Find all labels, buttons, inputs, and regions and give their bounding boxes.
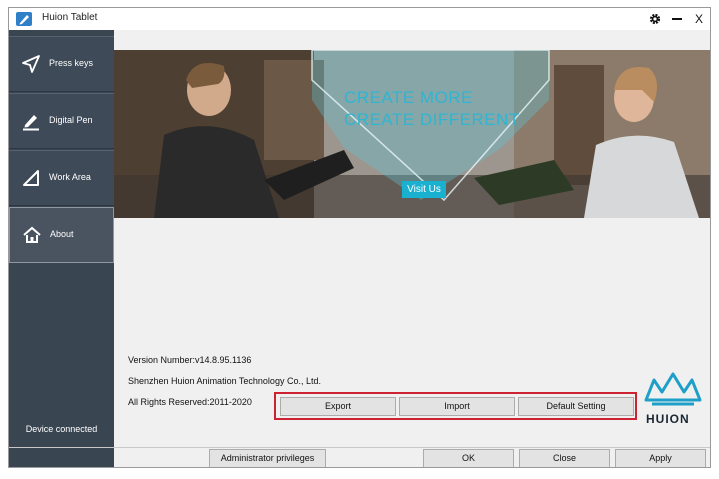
gear-icon — [649, 13, 661, 25]
huion-logo: HUION — [642, 370, 704, 426]
sidebar-item-press-keys[interactable]: Press keys — [9, 36, 114, 92]
company-name: Shenzhen Huion Animation Technology Co.,… — [128, 376, 321, 386]
sidebar-item-digital-pen[interactable]: Digital Pen — [9, 93, 114, 149]
visit-us-button[interactable]: Visit Us — [402, 181, 446, 198]
send-arrow-icon — [22, 55, 40, 73]
bottom-bar-sidebar — [9, 448, 114, 467]
export-button[interactable]: Export — [280, 397, 396, 416]
sidebar-item-label: Digital Pen — [49, 115, 93, 125]
banner-headline-2: CREATE DIFFERENT — [344, 110, 520, 129]
huion-crown-icon — [644, 372, 702, 406]
sidebar-item-label: Press keys — [49, 58, 94, 68]
administrator-privileges-button[interactable]: Administrator privileges — [209, 449, 326, 467]
sidebar: Press keys Digital Pen Work Area About D… — [9, 30, 114, 447]
home-icon — [23, 226, 41, 243]
bottom-bar: Administrator privileges OK Close Apply — [9, 447, 710, 467]
banner-headline-1: CREATE MORE — [344, 88, 473, 107]
title-bar: Huion Tablet X — [9, 8, 710, 30]
close-window-button[interactable]: X — [689, 9, 709, 29]
sidebar-item-work-area[interactable]: Work Area — [9, 150, 114, 206]
app-window: Huion Tablet X Press keys Digital Pen Wo… — [8, 7, 711, 468]
apply-button[interactable]: Apply — [615, 449, 706, 467]
pen-icon — [23, 115, 39, 131]
sidebar-item-about[interactable]: About — [9, 207, 114, 263]
sidebar-item-label: Work Area — [49, 172, 91, 182]
triangle-ruler-icon — [23, 170, 39, 186]
window-title: Huion Tablet — [42, 12, 98, 23]
copyright: All Rights Reserved:2011-2020 — [128, 397, 252, 407]
minimize-icon — [672, 18, 682, 20]
close-button[interactable]: Close — [519, 449, 610, 467]
app-logo-icon — [16, 12, 32, 26]
huion-wordmark: HUION — [646, 412, 690, 426]
settings-button[interactable] — [645, 9, 665, 29]
import-button[interactable]: Import — [399, 397, 515, 416]
ok-button[interactable]: OK — [423, 449, 514, 467]
sidebar-item-label: About — [50, 229, 74, 239]
version-number: Version Number:v14.8.95.1136 — [128, 355, 252, 365]
minimize-button[interactable] — [667, 9, 687, 29]
promo-banner: CREATE MORE CREATE DIFFERENT Visit Us — [114, 50, 710, 218]
about-panel: CREATE MORE CREATE DIFFERENT Visit Us Ve… — [114, 30, 710, 447]
default-setting-button[interactable]: Default Setting — [518, 397, 634, 416]
device-status: Device connected — [25, 424, 98, 434]
